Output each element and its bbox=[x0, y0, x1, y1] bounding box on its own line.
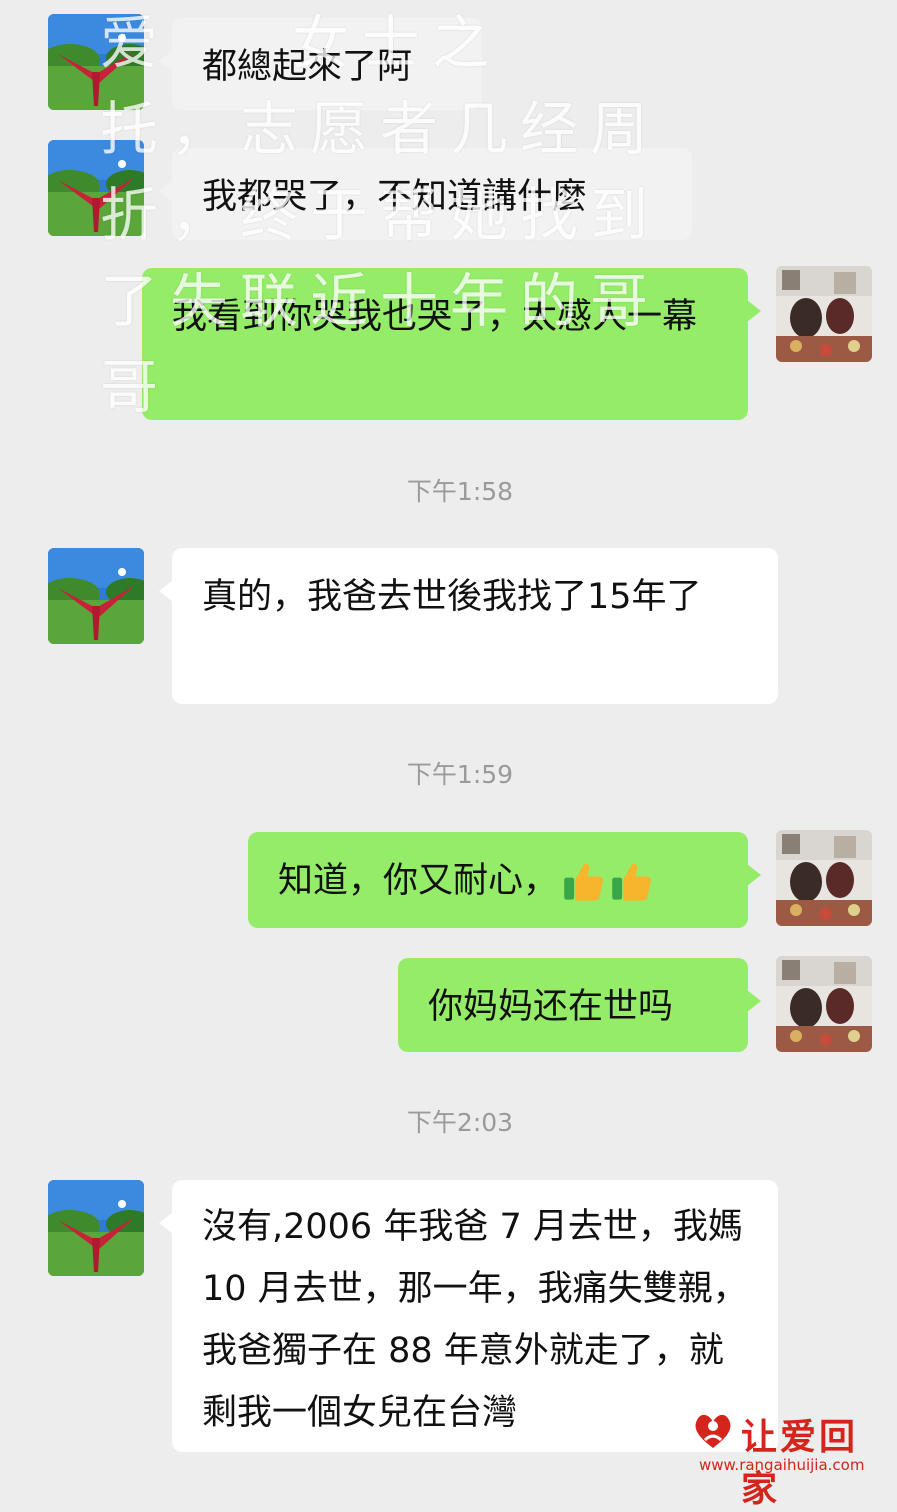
timestamp: 下午1:58 bbox=[406, 477, 514, 506]
message-text: 我都哭了，不知道講什麼 bbox=[202, 177, 588, 217]
message-text: 我看到你哭我也哭了，太感人一幕 bbox=[172, 297, 698, 337]
self-avatar[interactable] bbox=[776, 830, 872, 926]
message-text: 知道，你又耐心， bbox=[278, 861, 559, 901]
contact-avatar[interactable] bbox=[48, 1180, 144, 1276]
thumbs-up-icon bbox=[610, 860, 654, 904]
thumbs-up-icon bbox=[562, 860, 606, 904]
message-bubble-incoming[interactable]: 我都哭了，不知道講什麼 bbox=[159, 148, 692, 240]
message-bubble-incoming[interactable]: 都總起來了阿 bbox=[159, 18, 482, 110]
message-text: 沒有,2006 年我爸 7 月去世，我媽 10 月去世，那一年，我痛失雙親，我爸… bbox=[202, 1207, 748, 1433]
message-text: 你妈妈还在世吗 bbox=[428, 987, 674, 1027]
message-text: 都總起來了阿 bbox=[202, 47, 413, 87]
message-bubble-incoming[interactable]: 沒有,2006 年我爸 7 月去世，我媽 10 月去世，那一年，我痛失雙親，我爸… bbox=[159, 1180, 778, 1452]
message-text: 真的，我爸去世後我找了15年了 bbox=[202, 577, 702, 617]
message-bubble-outgoing[interactable]: 知道，你又耐心， bbox=[248, 832, 761, 928]
self-avatar[interactable] bbox=[776, 956, 872, 1052]
contact-avatar[interactable] bbox=[48, 140, 144, 236]
contact-avatar[interactable] bbox=[48, 14, 144, 110]
heart-hands-icon bbox=[695, 1414, 731, 1448]
contact-avatar[interactable] bbox=[48, 548, 144, 644]
watermark-url: www.rangaihuijia.com bbox=[699, 1456, 865, 1474]
message-bubble-incoming[interactable]: 真的，我爸去世後我找了15年了 bbox=[159, 548, 778, 704]
watermark-logo: 让爱回家 www.rangaihuijia.com bbox=[689, 1404, 889, 1510]
timestamp: 下午2:03 bbox=[406, 1108, 514, 1137]
message-bubble-outgoing[interactable]: 你妈妈还在世吗 bbox=[398, 958, 761, 1052]
self-avatar[interactable] bbox=[776, 266, 872, 362]
timestamp: 下午1:59 bbox=[406, 760, 514, 789]
message-bubble-outgoing[interactable]: 我看到你哭我也哭了，太感人一幕 bbox=[142, 268, 761, 420]
